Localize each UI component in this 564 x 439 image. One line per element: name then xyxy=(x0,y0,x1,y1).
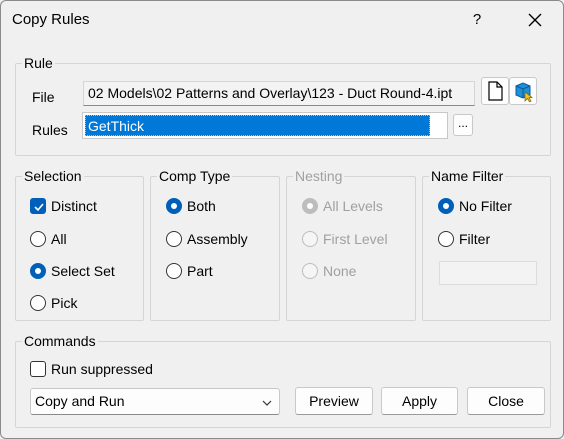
nesting-option-all-levels: All Levels xyxy=(302,195,383,217)
name-filter-option-filter[interactable]: Filter xyxy=(438,228,490,250)
close-icon xyxy=(528,13,542,27)
nesting-group: Nesting All Levels First Level None xyxy=(286,167,416,321)
rules-label: Rules xyxy=(32,122,68,138)
comp-type-group: Comp Type Both Assembly Part xyxy=(150,167,280,321)
window-title: Copy Rules xyxy=(12,11,90,28)
cube-select-icon xyxy=(515,82,533,102)
radio-all[interactable] xyxy=(30,231,46,247)
radio-no-filter[interactable] xyxy=(438,198,454,214)
filter-text-input xyxy=(439,261,537,285)
radio-part[interactable] xyxy=(166,263,182,279)
apply-button[interactable]: Apply xyxy=(381,387,458,415)
distinct-label: Distinct xyxy=(51,198,97,214)
nesting-legend: Nesting xyxy=(293,167,345,185)
rule-legend: Rule xyxy=(22,54,55,72)
pick-component-button[interactable] xyxy=(509,77,537,105)
commands-legend: Commands xyxy=(22,332,98,350)
run-suppressed-label: Run suppressed xyxy=(51,361,153,377)
rules-browse-button[interactable]: ... xyxy=(453,114,473,136)
title-bar: Copy Rules ? xyxy=(1,1,563,41)
help-button[interactable]: ? xyxy=(467,7,487,33)
copy-rules-dialog: Copy Rules ? Rule File 02 Models\02 Patt… xyxy=(0,0,564,439)
distinct-check[interactable] xyxy=(30,198,46,214)
chevron-down-icon xyxy=(262,400,272,406)
option-label: Both xyxy=(187,198,216,214)
option-label: All Levels xyxy=(323,198,383,214)
close-button[interactable]: Close xyxy=(467,387,545,415)
option-label: Part xyxy=(187,263,213,279)
option-label: Select Set xyxy=(51,263,115,279)
command-mode-value: Copy and Run xyxy=(35,393,125,409)
rules-list[interactable]: GetThick xyxy=(82,112,448,139)
command-mode-dropdown[interactable]: Copy and Run xyxy=(30,388,280,415)
radio-first-level xyxy=(302,231,318,247)
comp-type-option-part[interactable]: Part xyxy=(166,260,213,282)
run-suppressed-checkbox[interactable]: Run suppressed xyxy=(30,358,153,380)
selection-option-select-set[interactable]: Select Set xyxy=(30,260,115,282)
comp-type-option-assembly[interactable]: Assembly xyxy=(166,228,248,250)
nesting-option-none: None xyxy=(302,260,356,282)
option-label: First Level xyxy=(323,231,388,247)
radio-both[interactable] xyxy=(166,198,182,214)
option-label: None xyxy=(323,263,357,279)
checkmark-icon xyxy=(34,203,44,212)
preview-button[interactable]: Preview xyxy=(295,387,373,415)
option-label: Pick xyxy=(51,295,78,311)
radio-filter[interactable] xyxy=(438,231,454,247)
radio-assembly[interactable] xyxy=(166,231,182,247)
radio-none xyxy=(302,263,318,279)
selection-option-pick[interactable]: Pick xyxy=(30,292,77,314)
selection-group: Selection Distinct All Select Set Pick xyxy=(15,167,144,321)
nesting-option-first-level: First Level xyxy=(302,228,388,250)
name-filter-group: Name Filter No Filter Filter xyxy=(422,167,551,321)
close-window-button[interactable] xyxy=(515,4,555,36)
open-file-button[interactable] xyxy=(481,77,509,105)
distinct-checkbox[interactable]: Distinct xyxy=(30,195,97,217)
option-label: All xyxy=(51,231,67,247)
option-label: Filter xyxy=(459,231,491,247)
comp-type-option-both[interactable]: Both xyxy=(166,195,216,217)
file-path-field[interactable]: 02 Models\02 Patterns and Overlay\123 - … xyxy=(83,81,475,106)
radio-select-set[interactable] xyxy=(30,263,46,279)
document-icon xyxy=(488,81,503,101)
comp-type-legend: Comp Type xyxy=(157,167,233,185)
file-label: File xyxy=(32,89,55,105)
name-filter-option-no-filter[interactable]: No Filter xyxy=(438,195,512,217)
run-suppressed-check[interactable] xyxy=(30,361,46,377)
radio-pick[interactable] xyxy=(30,295,46,311)
option-label: Assembly xyxy=(187,231,248,247)
selection-option-all[interactable]: All xyxy=(30,228,67,250)
rules-selected-item[interactable]: GetThick xyxy=(85,115,430,136)
selection-legend: Selection xyxy=(22,167,84,185)
rule-group: Rule File 02 Models\02 Patterns and Over… xyxy=(15,54,551,156)
option-label: No Filter xyxy=(459,198,512,214)
radio-all-levels xyxy=(302,198,318,214)
name-filter-legend: Name Filter xyxy=(429,167,506,185)
